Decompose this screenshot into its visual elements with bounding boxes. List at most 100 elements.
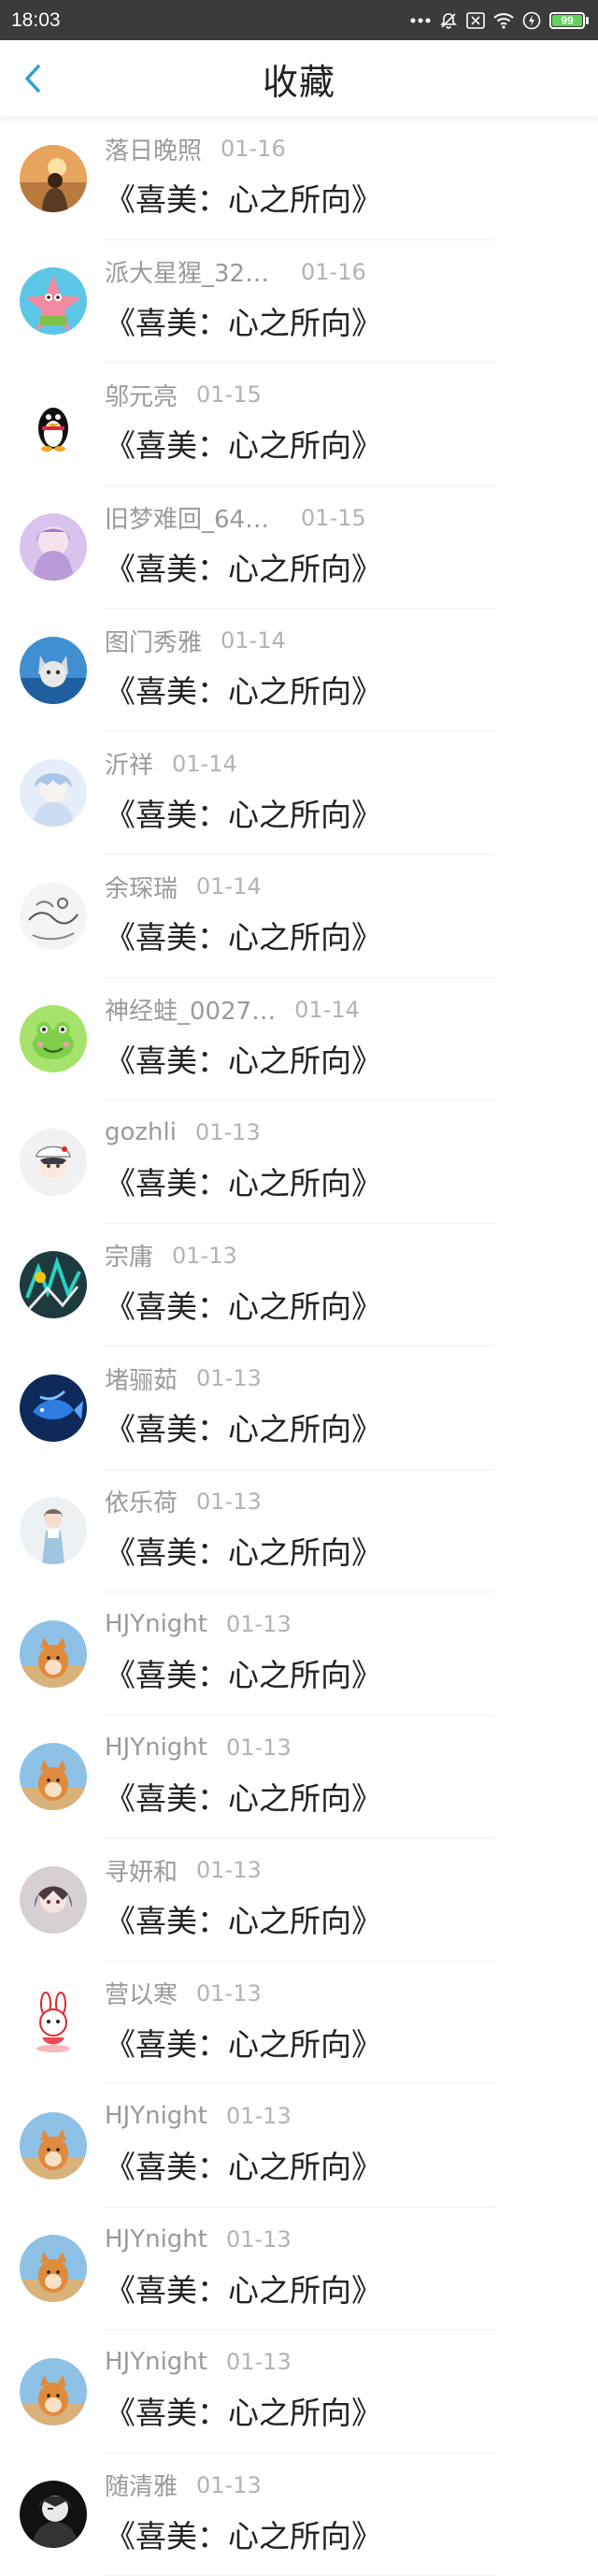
list-item[interactable]: HJYnight 01-13 《喜美：心之所向》 <box>0 2084 598 2208</box>
book-title[interactable]: 《喜美：心之所向》 <box>105 544 579 589</box>
book-title[interactable]: 《喜美：心之所向》 <box>105 1774 579 1819</box>
list-item[interactable]: HJYnight 01-13 《喜美：心之所向》 <box>0 1716 598 1839</box>
list-item[interactable]: 派大星猩_327… 01-16 《喜美：心之所向》 <box>0 240 598 364</box>
avatar-ink-sketch[interactable] <box>20 883 87 950</box>
username[interactable]: 图门秀雅 <box>105 624 202 658</box>
list-item[interactable]: HJYnight 01-13 《喜美：心之所向》 <box>0 2208 598 2331</box>
list-item[interactable]: HJYnight 01-13 《喜美：心之所向》 <box>0 1592 598 1716</box>
back-button[interactable] <box>17 60 49 97</box>
avatar-cat-in-water[interactable] <box>20 637 87 704</box>
avatar-image <box>20 513 87 581</box>
avatar-sunset-girl[interactable] <box>20 145 87 212</box>
item-text: 派大星猩_327… 01-16 《喜美：心之所向》 <box>105 253 579 343</box>
username[interactable]: 随清雅 <box>105 2468 178 2502</box>
username[interactable]: 派大星猩_327… <box>105 254 282 289</box>
meta-line: 图门秀雅 01-14 <box>105 622 579 659</box>
book-title[interactable]: 《喜美：心之所向》 <box>105 2020 579 2065</box>
avatar-image <box>20 1743 87 1810</box>
avatar-shiba-beach[interactable] <box>20 1620 87 1688</box>
list-item[interactable]: gozhli 01-13 《喜美：心之所向》 <box>0 1101 598 1224</box>
avatar-image <box>20 1005 87 1072</box>
username[interactable]: HJYnight <box>105 2225 207 2253</box>
avatar-shiba-beach[interactable] <box>20 2235 87 2302</box>
username[interactable]: 邬元亮 <box>105 378 178 412</box>
list-item[interactable]: HJYnight 01-13 《喜美：心之所向》 <box>0 2330 598 2454</box>
avatar-image <box>20 1374 87 1442</box>
avatar-graffiti[interactable] <box>20 1251 87 1318</box>
username[interactable]: 旧梦难回_649… <box>105 500 282 535</box>
username[interactable]: 沂祥 <box>105 746 153 781</box>
list-item[interactable]: 随清雅 01-13 《喜美：心之所向》 <box>0 2454 598 2576</box>
list-item[interactable]: 沂祥 01-14 《喜美：心之所向》 <box>0 732 598 856</box>
avatar-girl-standing[interactable] <box>20 1497 87 1564</box>
username[interactable]: HJYnight <box>105 1610 207 1638</box>
username[interactable]: 落日晚照 <box>105 132 202 166</box>
avatar-rabbit-cartoon[interactable] <box>20 1989 87 2056</box>
book-title[interactable]: 《喜美：心之所向》 <box>105 2511 579 2556</box>
list-item[interactable]: 寻妍和 01-13 《喜美：心之所向》 <box>0 1838 598 1962</box>
list-item[interactable]: 落日晚照 01-16 《喜美：心之所向》 <box>0 117 598 240</box>
username[interactable]: HJYnight <box>105 2348 207 2376</box>
username[interactable]: 余琛瑞 <box>105 870 178 904</box>
list-item[interactable]: 余琛瑞 01-14 《喜美：心之所向》 <box>0 855 598 978</box>
username[interactable]: 依乐荷 <box>105 1484 178 1518</box>
book-title[interactable]: 《喜美：心之所向》 <box>105 1282 579 1327</box>
book-title[interactable]: 《喜美：心之所向》 <box>105 1896 579 1941</box>
username[interactable]: 营以寒 <box>105 1976 178 2010</box>
avatar-patrick-star[interactable] <box>20 267 87 335</box>
username[interactable]: 寻妍和 <box>105 1853 178 1888</box>
username[interactable]: HJYnight <box>105 1734 207 1762</box>
avatar-anime-girl-purple[interactable] <box>20 513 87 581</box>
avatar-anime-blue[interactable] <box>20 759 87 827</box>
avatar-penguin[interactable] <box>20 391 87 458</box>
book-title[interactable]: 《喜美：心之所向》 <box>105 2142 579 2187</box>
book-title[interactable]: 《喜美：心之所向》 <box>105 667 579 712</box>
list-item[interactable]: 宗庸 01-13 《喜美：心之所向》 <box>0 1224 598 1347</box>
list-item[interactable]: 依乐荷 01-13 《喜美：心之所向》 <box>0 1470 598 1593</box>
date: 01-15 <box>196 381 262 408</box>
list-item[interactable]: 邬元亮 01-15 《喜美：心之所向》 <box>0 363 598 486</box>
book-title[interactable]: 《喜美：心之所向》 <box>105 1158 579 1203</box>
avatar-blue-fish[interactable] <box>20 1374 87 1442</box>
username[interactable]: 堵骊茹 <box>105 1361 178 1396</box>
username[interactable]: 宗庸 <box>105 1238 153 1273</box>
date: 01-13 <box>226 1734 292 1761</box>
list-item[interactable]: 营以寒 01-13 《喜美：心之所向》 <box>0 1962 598 2085</box>
book-title[interactable]: 《喜美：心之所向》 <box>105 913 579 957</box>
book-title[interactable]: 《喜美：心之所向》 <box>105 1528 579 1573</box>
book-title[interactable]: 《喜美：心之所向》 <box>105 298 579 343</box>
avatar-shiba-beach[interactable] <box>20 2358 87 2425</box>
date: 01-13 <box>196 2472 262 2498</box>
list-item[interactable]: 旧梦难回_649… 01-15 《喜美：心之所向》 <box>0 486 598 610</box>
book-title[interactable]: 《喜美：心之所向》 <box>105 175 579 220</box>
username[interactable]: HJYnight <box>105 2102 207 2130</box>
avatar-dark-hair-girl[interactable] <box>20 1866 87 1934</box>
avatar-shiba-beach[interactable] <box>20 2112 87 2180</box>
list-item[interactable]: 图门秀雅 01-14 《喜美：心之所向》 <box>0 609 598 732</box>
username[interactable]: 神经蛙_0027… <box>105 992 276 1027</box>
book-title[interactable]: 《喜美：心之所向》 <box>105 790 579 835</box>
meta-line: HJYnight 01-13 <box>105 2343 579 2381</box>
book-title[interactable]: 《喜美：心之所向》 <box>105 1404 579 1449</box>
book-title[interactable]: 《喜美：心之所向》 <box>105 2388 579 2433</box>
date: 01-14 <box>196 873 262 899</box>
list-item[interactable]: 神经蛙_0027… 01-14 《喜美：心之所向》 <box>0 978 598 1101</box>
book-title[interactable]: 《喜美：心之所向》 <box>105 1650 579 1695</box>
page-title: 收藏 <box>263 53 335 105</box>
list-item[interactable]: 堵骊茹 01-13 《喜美：心之所向》 <box>0 1346 598 1470</box>
username[interactable]: gozhli <box>105 1118 177 1146</box>
book-title[interactable]: 《喜美：心之所向》 <box>105 1036 579 1081</box>
avatar-image <box>20 1866 87 1934</box>
avatar-green-frog[interactable] <box>20 1005 87 1072</box>
wifi-icon <box>493 12 514 29</box>
date: 01-13 <box>196 1489 262 1515</box>
date: 01-13 <box>196 1980 262 2007</box>
book-title[interactable]: 《喜美：心之所向》 <box>105 2266 579 2310</box>
avatar-dark-figure[interactable] <box>20 2481 87 2548</box>
avatar-cap-boy[interactable] <box>20 1129 87 1196</box>
avatar-shiba-beach[interactable] <box>20 1743 87 1810</box>
book-title[interactable]: 《喜美：心之所向》 <box>105 421 579 466</box>
avatar-image <box>20 1620 87 1688</box>
item-text: 随清雅 01-13 《喜美：心之所向》 <box>105 2467 579 2556</box>
avatar-image <box>20 2112 87 2180</box>
